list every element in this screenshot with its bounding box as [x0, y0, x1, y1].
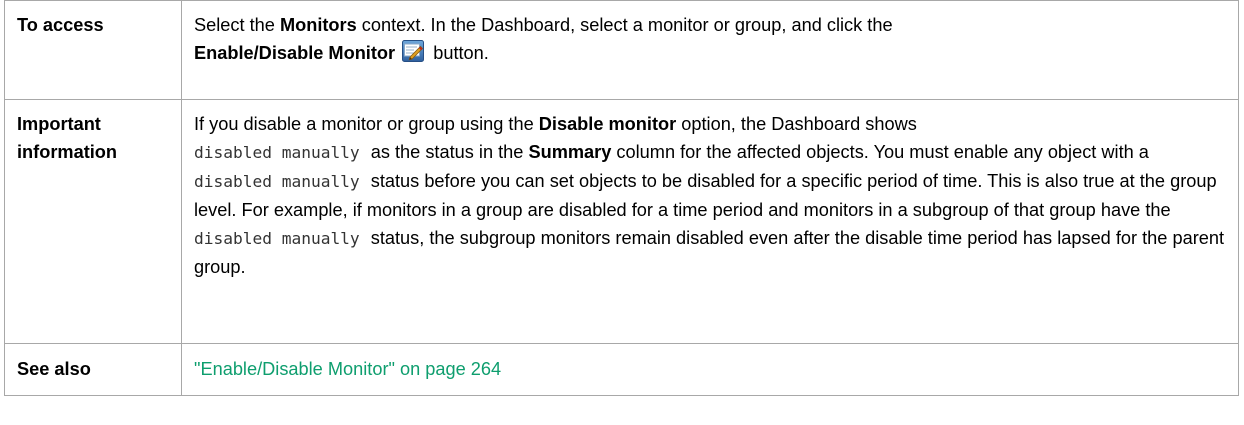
disabled-manually-code: disabled manually	[194, 172, 360, 191]
label-line: information	[17, 142, 118, 162]
disabled-manually-code: disabled manually	[194, 229, 360, 248]
table-row-important-information: Important information If you disable a mo…	[4, 99, 1239, 344]
see-also-content: "Enable/Disable Monitor" on page 264	[181, 343, 1239, 396]
disabled-manually-code: disabled manually	[194, 143, 360, 162]
text: as the status in the	[365, 142, 529, 162]
table-row-see-also: See also "Enable/Disable Monitor" on pag…	[4, 343, 1239, 396]
text: option, the Dashboard shows	[676, 114, 917, 134]
text: context. In the Dashboard, select a moni…	[356, 15, 893, 35]
summary-column-term: Summary	[528, 142, 612, 162]
enable-disable-monitor-term: Enable/Disable Monitor	[194, 43, 396, 63]
see-also-label: See also	[4, 343, 182, 396]
to-access-content: Select the Monitors context. In the Dash…	[181, 0, 1239, 100]
important-information-label: Important information	[4, 99, 182, 344]
to-access-label: To access	[4, 0, 182, 100]
label-line: Important	[17, 114, 101, 134]
enable-disable-monitor-link[interactable]: "Enable/Disable Monitor" on page 264	[194, 359, 501, 379]
monitors-context-term: Monitors	[279, 15, 357, 35]
table-row-to-access: To access Select the Monitors context. I…	[4, 0, 1239, 100]
info-table: To access Select the Monitors context. I…	[4, 0, 1239, 396]
important-information-content: If you disable a monitor or group using …	[181, 99, 1239, 344]
text: If you disable a monitor or group using …	[194, 114, 539, 134]
enable-disable-monitor-icon[interactable]	[402, 40, 425, 62]
disable-monitor-term: Disable monitor	[538, 114, 677, 134]
text: Select the	[194, 15, 280, 35]
text: button.	[428, 43, 489, 63]
text: column for the affected objects. You mus…	[611, 142, 1149, 162]
